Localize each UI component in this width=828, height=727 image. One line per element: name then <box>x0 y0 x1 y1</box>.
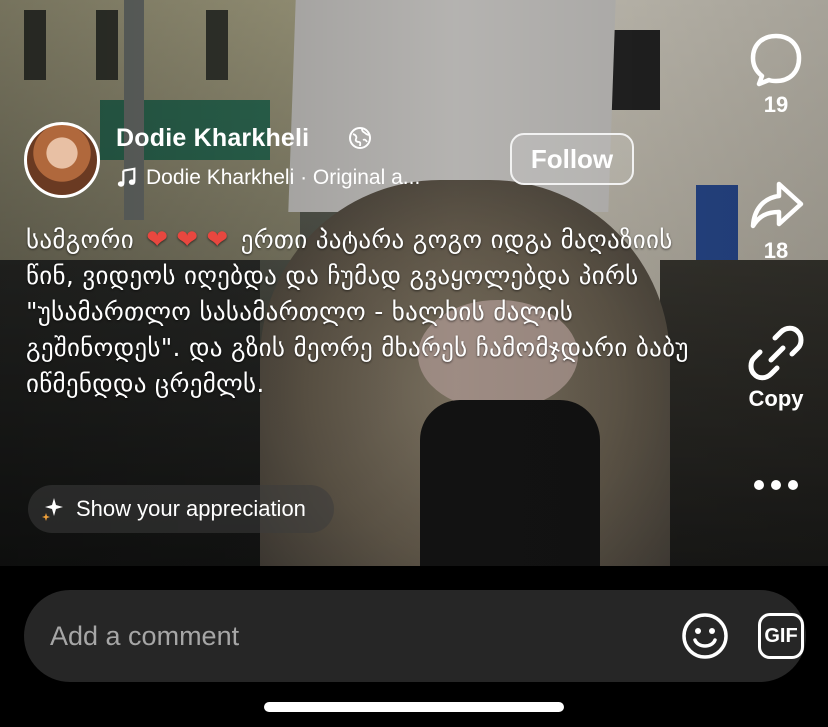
copy-label: Copy <box>748 386 804 411</box>
music-note-icon <box>117 167 136 187</box>
audio-label: Dodie Kharkheli · Original a... <box>146 166 421 189</box>
follow-button[interactable]: Follow <box>510 133 634 185</box>
share-action[interactable]: 18 <box>736 174 816 264</box>
gif-icon[interactable]: GIF <box>758 613 804 659</box>
comments-action[interactable]: 19 <box>736 28 816 118</box>
heart-fire-icon: ❤ <box>206 225 229 255</box>
audio-attribution[interactable]: Dodie Kharkheli · Original a... <box>116 166 420 190</box>
share-arrow-icon <box>750 181 804 229</box>
globe-icon <box>349 127 371 149</box>
dot <box>754 480 764 490</box>
comment-input[interactable] <box>50 620 610 652</box>
shares-count: 18 <box>763 238 789 263</box>
dot <box>788 480 798 490</box>
link-icon <box>748 325 804 381</box>
more-dots-icon[interactable] <box>754 480 800 496</box>
dot <box>771 480 781 490</box>
heart-fire-icon: ❤ <box>176 225 199 255</box>
heart-fire-icon: ❤ <box>146 225 169 255</box>
appreciation-label: Show your appreciation <box>76 496 306 521</box>
author-avatar[interactable] <box>24 122 100 198</box>
comment-box[interactable]: GIF <box>24 590 806 682</box>
comments-count: 19 <box>763 92 789 117</box>
caption-lead: სამგორი <box>26 225 134 254</box>
comment-bubble-icon <box>750 33 802 87</box>
copy-link-action[interactable]: Copy <box>736 322 816 412</box>
emoji-icon[interactable] <box>680 611 730 661</box>
author-name[interactable]: Dodie Kharkheli <box>116 124 309 153</box>
gif-label: GIF <box>764 624 798 647</box>
post-caption[interactable]: სამგორი ❤ ❤ ❤ ერთი პატარა გოგო იდგა მაღაზი… <box>26 222 716 402</box>
home-indicator[interactable] <box>264 702 564 712</box>
show-appreciation-button[interactable]: Show your appreciation <box>28 485 334 533</box>
sparkle-icon <box>42 498 63 521</box>
